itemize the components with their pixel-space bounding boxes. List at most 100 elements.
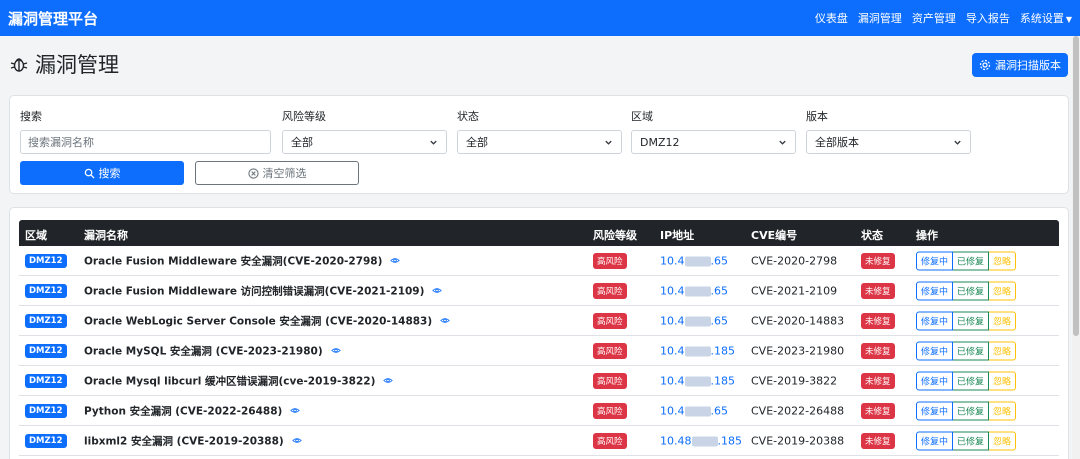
vulnerability-name-text: Oracle Fusion Middleware 访问控制错误漏洞(CVE-20… [84, 285, 425, 297]
ip-address[interactable]: 10.4 .65 [660, 284, 728, 297]
risk-filter-label: 风险等级 [282, 110, 326, 123]
ip-redaction [684, 376, 711, 386]
scan-version-button[interactable]: 漏洞扫描版本 [972, 53, 1068, 77]
zone-badge: DMZ12 [25, 343, 67, 358]
risk-badge: 高风险 [593, 402, 627, 419]
mark-fixing-button[interactable]: 修复中 [916, 401, 954, 420]
zone-badge: DMZ12 [25, 283, 67, 298]
zone-value: DMZ12 [640, 135, 680, 149]
nav-item-assets[interactable]: 资产管理 [912, 10, 956, 26]
ignore-button[interactable]: 忽略 [989, 311, 1017, 330]
status-badge: 未修复 [861, 342, 895, 359]
vulnerability-table-card: 区域 漏洞名称 风险等级 IP地址 CVE编号 状态 操作 DMZ12 Oracl… [9, 207, 1069, 459]
mark-fixing-button[interactable]: 修复中 [916, 281, 954, 300]
eye-icon[interactable] [432, 286, 443, 296]
mark-fixing-button[interactable]: 修复中 [916, 341, 954, 360]
vulnerability-name-text: Oracle MySQL 安全漏洞 (CVE-2023-21980) [84, 345, 323, 357]
ip-address[interactable]: 10.48 .185 [660, 434, 742, 447]
brand-title[interactable]: 漏洞管理平台 [8, 8, 98, 29]
page-scrollbar[interactable] [1072, 36, 1080, 459]
ip-suffix: .65 [710, 314, 729, 327]
zone-filter-label: 区域 [631, 110, 653, 123]
vulnerability-name-text: Oracle Mysql libcurl 缓冲区错误漏洞(cve-2019-38… [84, 375, 376, 387]
risk-level-select[interactable]: 全部 [282, 130, 447, 154]
vulnerability-name[interactable]: libxml2 安全漏洞 (CVE-2019-20388) [84, 433, 302, 448]
chevron-down-icon [605, 140, 612, 145]
search-button[interactable]: 搜索 [20, 161, 184, 185]
ignore-button[interactable]: 忽略 [989, 401, 1017, 420]
vulnerability-name[interactable]: Oracle Fusion Middleware 安全漏洞(CVE-2020-2… [84, 253, 401, 268]
mark-fixed-button[interactable]: 已修复 [953, 251, 990, 270]
table-header: 区域 漏洞名称 风险等级 IP地址 CVE编号 状态 操作 [19, 220, 1059, 246]
mark-fixing-button[interactable]: 修复中 [916, 311, 954, 330]
col-header-risk: 风险等级 [593, 229, 637, 242]
search-button-label: 搜索 [98, 167, 121, 180]
vulnerability-name[interactable]: Oracle Fusion Middleware 访问控制错误漏洞(CVE-20… [84, 283, 443, 298]
mark-fixed-button[interactable]: 已修复 [953, 401, 990, 420]
version-select[interactable]: 全部版本 [806, 130, 971, 154]
cve-id: CVE-2023-21980 [751, 344, 845, 357]
status-badge: 未修复 [861, 252, 895, 269]
mark-fixing-button[interactable]: 修复中 [916, 371, 954, 390]
ignore-button[interactable]: 忽略 [989, 431, 1017, 450]
action-group: 修复中 已修复 忽略 [916, 311, 1017, 330]
ignore-button[interactable]: 忽略 [989, 281, 1017, 300]
zone-select[interactable]: DMZ12 [631, 130, 796, 154]
search-input[interactable]: 搜索漏洞名称 [20, 130, 271, 154]
chevron-down-icon [954, 140, 961, 145]
mark-fixed-button[interactable]: 已修复 [953, 311, 990, 330]
mark-fixing-button[interactable]: 修复中 [916, 251, 954, 270]
action-group: 修复中 已修复 忽略 [916, 341, 1017, 360]
page-title: 漏洞管理 [9, 49, 119, 79]
version-value: 全部版本 [815, 136, 859, 149]
eye-icon[interactable] [383, 376, 394, 386]
ip-address[interactable]: 10.4 .65 [660, 404, 728, 417]
ignore-button[interactable]: 忽略 [989, 251, 1017, 270]
eye-icon[interactable] [440, 316, 450, 326]
eye-icon[interactable] [291, 436, 302, 446]
status-badge: 未修复 [861, 312, 895, 329]
action-group: 修复中 已修复 忽略 [916, 281, 1017, 300]
ip-address[interactable]: 10.4 .185 [660, 374, 735, 387]
page-header: 漏洞管理 漏洞扫描版本 [0, 36, 1080, 92]
ip-address[interactable]: 10.4 .65 [660, 314, 728, 327]
eye-icon[interactable] [290, 406, 301, 416]
mark-fixed-button[interactable]: 已修复 [953, 371, 990, 390]
cve-id: CVE-2019-20388 [751, 434, 845, 447]
top-navbar: 漏洞管理平台 仪表盘 漏洞管理 资产管理 导入报告 系统设置 ▼ [0, 0, 1080, 36]
mark-fixed-button[interactable]: 已修复 [953, 431, 990, 450]
table-row: DMZ12 Oracle WebLogic Server Console 安全漏洞… [19, 306, 1059, 336]
nav-item-settings[interactable]: 系统设置 ▼ [1020, 10, 1072, 26]
ip-prefix: 10.48 [660, 434, 692, 447]
ignore-button[interactable]: 忽略 [989, 371, 1017, 390]
vulnerability-name[interactable]: Python 安全漏洞 (CVE-2022-26488) [84, 403, 301, 418]
risk-badge: 高风险 [593, 372, 627, 389]
mark-fixed-button[interactable]: 已修复 [953, 281, 990, 300]
col-header-cve: CVE编号 [751, 229, 798, 242]
caret-down-icon: ▼ [1065, 15, 1072, 24]
mark-fixing-button[interactable]: 修复中 [916, 431, 954, 450]
vulnerability-name[interactable]: Oracle MySQL 安全漏洞 (CVE-2023-21980) [84, 343, 341, 358]
nav-item-import-report[interactable]: 导入报告 [966, 10, 1010, 26]
risk-badge: 高风险 [593, 282, 627, 299]
ip-redaction [684, 406, 711, 416]
scrollbar-thumb[interactable] [1073, 36, 1079, 336]
status-badge: 未修复 [861, 372, 895, 389]
clear-filters-button[interactable]: 清空筛选 [195, 161, 359, 185]
vulnerability-name[interactable]: Oracle WebLogic Server Console 安全漏洞 (CVE… [84, 313, 450, 328]
col-header-zone: 区域 [25, 229, 47, 242]
nav-item-vulnerabilities[interactable]: 漏洞管理 [858, 10, 902, 26]
eye-icon[interactable] [390, 256, 401, 266]
vulnerability-name[interactable]: Oracle Mysql libcurl 缓冲区错误漏洞(cve-2019-38… [84, 373, 394, 388]
mark-fixed-button[interactable]: 已修复 [953, 341, 990, 360]
ignore-button[interactable]: 忽略 [989, 341, 1017, 360]
zone-badge: DMZ12 [25, 403, 67, 418]
ip-address[interactable]: 10.4 .185 [660, 344, 735, 357]
eye-icon[interactable] [330, 346, 341, 356]
ip-address[interactable]: 10.4 .65 [660, 254, 728, 267]
nav-menu: 仪表盘 漏洞管理 资产管理 导入报告 系统设置 ▼ [815, 10, 1072, 26]
status-select[interactable]: 全部 [457, 130, 622, 154]
page-title-text: 漏洞管理 [35, 53, 119, 77]
cve-id: CVE-2019-3822 [751, 374, 838, 387]
nav-item-dashboard[interactable]: 仪表盘 [815, 10, 848, 26]
